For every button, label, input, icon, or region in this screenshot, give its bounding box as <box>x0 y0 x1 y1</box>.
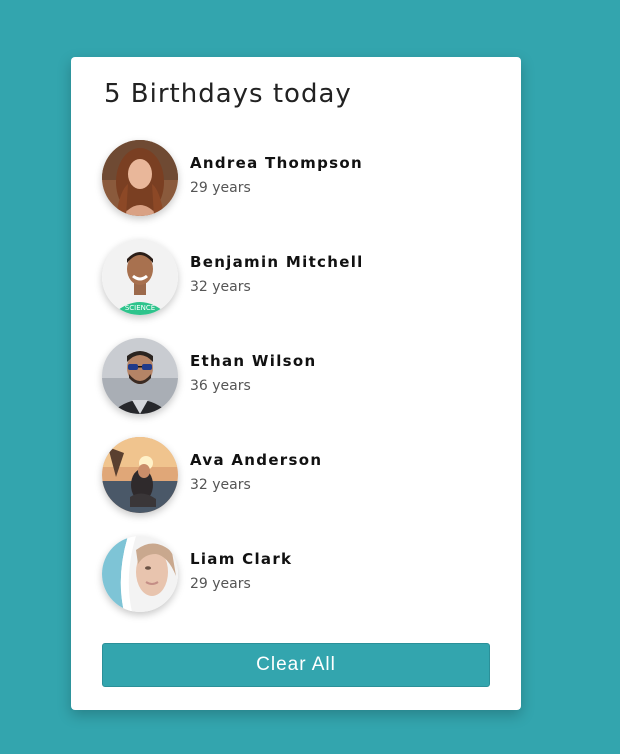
person-name: Ethan Wilson <box>190 352 317 370</box>
birthday-list: Andrea Thompson 29 years SCIENCE Benjami… <box>102 140 492 635</box>
person-age: 32 years <box>190 279 251 295</box>
clear-all-button[interactable]: Clear All <box>102 643 490 687</box>
avatar <box>102 536 178 612</box>
avatar <box>102 338 178 414</box>
person-age: 29 years <box>190 576 251 592</box>
list-item: Liam Clark 29 years <box>102 536 492 612</box>
list-item: SCIENCE Benjamin Mitchell 32 years <box>102 239 492 315</box>
birthday-card: 5 Birthdays today Andrea Thompson 29 yea… <box>71 57 521 710</box>
person-name: Andrea Thompson <box>190 154 363 172</box>
person-name: Ava Anderson <box>190 451 323 469</box>
avatar: SCIENCE <box>102 239 178 315</box>
svg-text:SCIENCE: SCIENCE <box>125 304 155 312</box>
person-age: 36 years <box>190 378 251 394</box>
list-item: Ava Anderson 32 years <box>102 437 492 513</box>
avatar <box>102 437 178 513</box>
avatar <box>102 140 178 216</box>
person-name: Liam Clark <box>190 550 293 568</box>
person-name: Benjamin Mitchell <box>190 253 364 271</box>
list-item: Andrea Thompson 29 years <box>102 140 492 216</box>
list-item: Ethan Wilson 36 years <box>102 338 492 414</box>
card-title: 5 Birthdays today <box>104 79 352 109</box>
person-age: 29 years <box>190 180 251 196</box>
person-age: 32 years <box>190 477 251 493</box>
